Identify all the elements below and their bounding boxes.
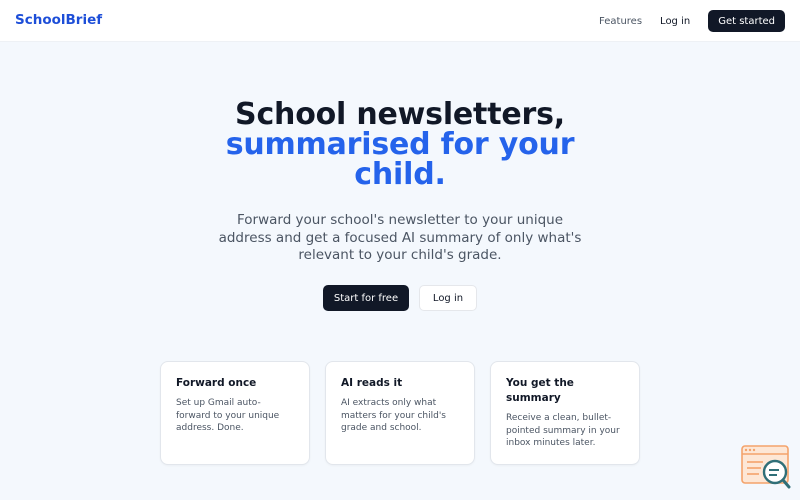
feature-card-title: AI reads it	[341, 377, 403, 389]
feature-card-forward: Forward once Set up Gmail auto-forward t…	[160, 361, 310, 465]
start-free-button[interactable]: Start for free	[323, 285, 409, 311]
get-started-button[interactable]: Get started	[708, 10, 785, 32]
nav-features-link[interactable]: Features	[599, 16, 642, 27]
hero-login-button[interactable]: Log in	[419, 285, 477, 311]
hero-title-line-3: child.	[354, 157, 446, 192]
feature-card-body: AI extracts only what matters for your c…	[341, 398, 446, 433]
feature-card-body: Receive a clean, bullet-pointed summary …	[506, 413, 620, 448]
hero-cta-row: Start for free Log in	[0, 285, 800, 311]
feature-card-body: Set up Gmail auto-forward to your unique…	[176, 398, 280, 433]
feature-card-title: You get the summary	[506, 377, 574, 404]
feature-card-ai: AI reads it AI extracts only what matter…	[325, 361, 475, 465]
top-navbar: SchoolBrief Features Log in Get started	[0, 0, 800, 42]
feature-card-title: Forward once	[176, 377, 257, 389]
hero-title: School newsletters, summarised for your …	[0, 100, 800, 190]
search-feedback-icon	[741, 445, 791, 489]
hero-subtitle: Forward your school's newsletter to your…	[218, 212, 582, 263]
search-feedback-widget[interactable]	[741, 445, 791, 489]
nav-login-link[interactable]: Log in	[660, 16, 690, 27]
feature-card-summary: You get the summary Receive a clean, bul…	[490, 361, 640, 465]
brand-logo[interactable]: SchoolBrief	[15, 12, 102, 28]
hero-title-line-2: summarised for your	[225, 127, 575, 162]
hero-title-line-1: School newsletters,	[235, 97, 565, 132]
nav-links: Features Log in Get started	[599, 10, 785, 32]
